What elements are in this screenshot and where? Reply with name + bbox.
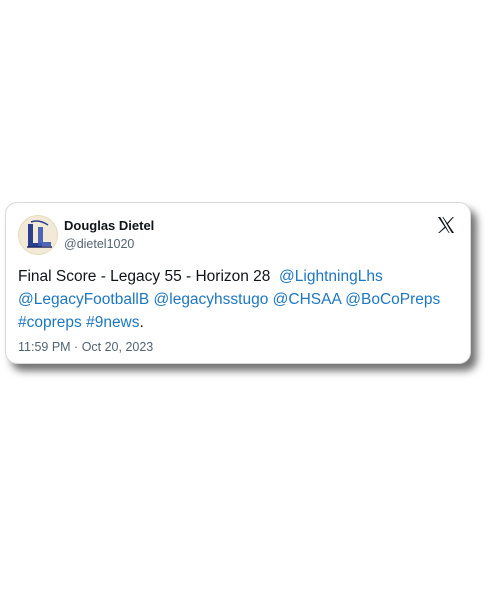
tweet-timestamp[interactable]: 11:59 PM · Oct 20, 2023 [18, 340, 153, 354]
tweet-card[interactable]: Douglas Dietel @dietel1020 Final Score -… [5, 202, 471, 364]
author-handle[interactable]: @dietel1020 [64, 237, 134, 251]
mention-link[interactable]: @LegacyFootballB [18, 291, 149, 308]
author-name[interactable]: Douglas Dietel [64, 218, 154, 233]
tweet-time: 11:59 PM [18, 340, 71, 354]
mention-link[interactable]: @legacyhsstugo [154, 291, 269, 308]
tweet-text: Final Score - Legacy 55 - Horizon 28 @Li… [18, 265, 458, 334]
tweet-date: Oct 20, 2023 [81, 340, 154, 354]
mention-link[interactable]: @CHSAA [273, 291, 341, 308]
legacy-lightning-logo-icon [27, 220, 52, 248]
mention-link[interactable]: @LightningLhs [279, 268, 383, 285]
timestamp-separator: · [70, 340, 82, 354]
tweet-text-end: . [139, 314, 144, 331]
x-logo-icon[interactable] [436, 215, 456, 235]
tweet-text-lead: Final Score - Legacy 55 - Horizon 28 [18, 268, 280, 285]
mention-link[interactable]: @BoCoPreps [345, 291, 440, 308]
hashtag-link[interactable]: #copreps [18, 314, 82, 331]
hashtag-link[interactable]: #9news [86, 314, 139, 331]
avatar[interactable] [18, 215, 58, 255]
